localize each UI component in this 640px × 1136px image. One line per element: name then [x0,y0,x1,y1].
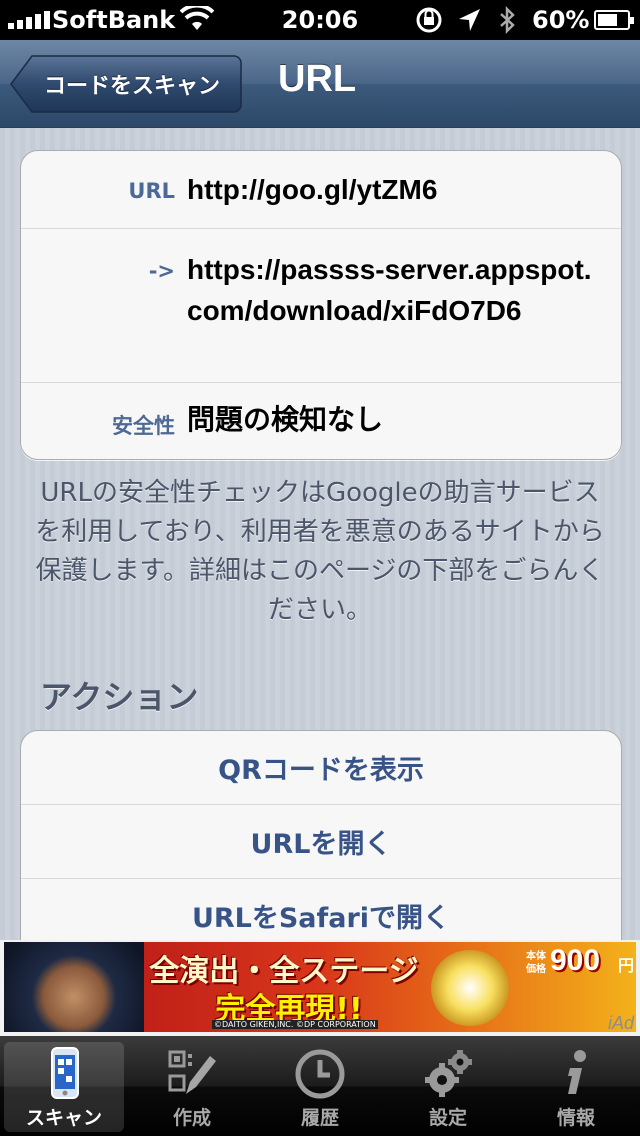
tab-settings-label: 設定 [428,1107,467,1129]
page-title: URL [278,58,357,100]
iad-badge: iAd [607,1013,634,1033]
tab-scan[interactable]: スキャン [0,1036,128,1136]
actions-group: QRコードを表示 URLを開く URLをSafariで開く [20,730,622,940]
bluetooth-icon [497,5,517,40]
tab-scan-label: スキャン [25,1107,102,1129]
open-in-safari-button[interactable]: URLをSafariで開く [21,879,621,940]
url-value: http://goo.gl/ytZM6 [187,174,438,205]
back-button-label: コードをスキャン [43,74,220,99]
redirect-row: -> https://passss-server.appspot.com/dow… [21,229,621,383]
url-label: URL [128,179,175,203]
battery-icon [594,10,634,30]
url-details-group: URL http://goo.gl/ytZM6 -> https://passs… [20,150,622,460]
tab-settings[interactable]: 設定 [384,1036,512,1136]
ad-image: 全演出・全ステージ 完全再現!! ©DAITO GIKEN,INC. ©DP C… [4,942,636,1032]
open-url-button[interactable]: URLを開く [21,805,621,879]
rotation-lock-icon [414,6,444,40]
gears-icon [425,1050,472,1097]
location-arrow-icon [456,6,482,40]
tab-history[interactable]: 履歴 [256,1036,384,1136]
safety-info-text: URLの安全性チェックはGoogleの助言サービスを利用しており、利用者を悪意の… [35,478,605,625]
ad-price-label: 本体 価格 [526,950,546,976]
status-bar: SoftBank 20:06 60% [0,0,640,40]
tab-create[interactable]: 作成 [128,1036,256,1136]
safety-label: 安全性 [112,414,175,438]
ad-price: 900 [550,944,601,977]
redirect-arrow-label: -> [148,259,175,283]
navigation-bar: コードをスキャン URL [0,40,640,128]
safety-value: 問題の検知なし [187,404,384,435]
tab-history-label: 履歴 [300,1107,339,1129]
main-content: URL http://goo.gl/ytZM6 -> https://passs… [0,128,640,940]
tab-bar: スキャン 作成 履歴 設定 情報 [0,1036,640,1136]
qr-pencil-icon [168,1050,216,1094]
tab-info[interactable]: 情報 [512,1036,640,1136]
iad-banner[interactable]: 全演出・全ステージ 完全再現!! ©DAITO GIKEN,INC. ©DP C… [0,940,640,1036]
phone-scan-icon [51,1047,79,1099]
safety-row: 安全性 問題の検知なし [21,383,621,459]
battery-percent: 60% [532,6,590,34]
url-row: URL http://goo.gl/ytZM6 [21,151,621,229]
ad-game-logo [430,950,510,1026]
clock-icon [295,1049,345,1099]
ad-price-label-1: 本体 [526,951,546,962]
info-icon [568,1050,586,1094]
ad-price-unit: 円 [618,956,635,975]
redirect-value: https://passss-server.appspot.com/downlo… [187,254,592,326]
actions-section-title: アクション [40,678,199,716]
ad-price-label-2: 価格 [526,964,546,975]
tab-create-label: 作成 [172,1107,211,1129]
back-button[interactable]: コードをスキャン [10,55,242,113]
ad-character-illustration [4,942,144,1032]
tab-info-label: 情報 [556,1107,595,1129]
ad-copyright: ©DAITO GIKEN,INC. ©DP CORPORATION [212,1020,378,1029]
show-qr-code-button[interactable]: QRコードを表示 [21,731,621,805]
